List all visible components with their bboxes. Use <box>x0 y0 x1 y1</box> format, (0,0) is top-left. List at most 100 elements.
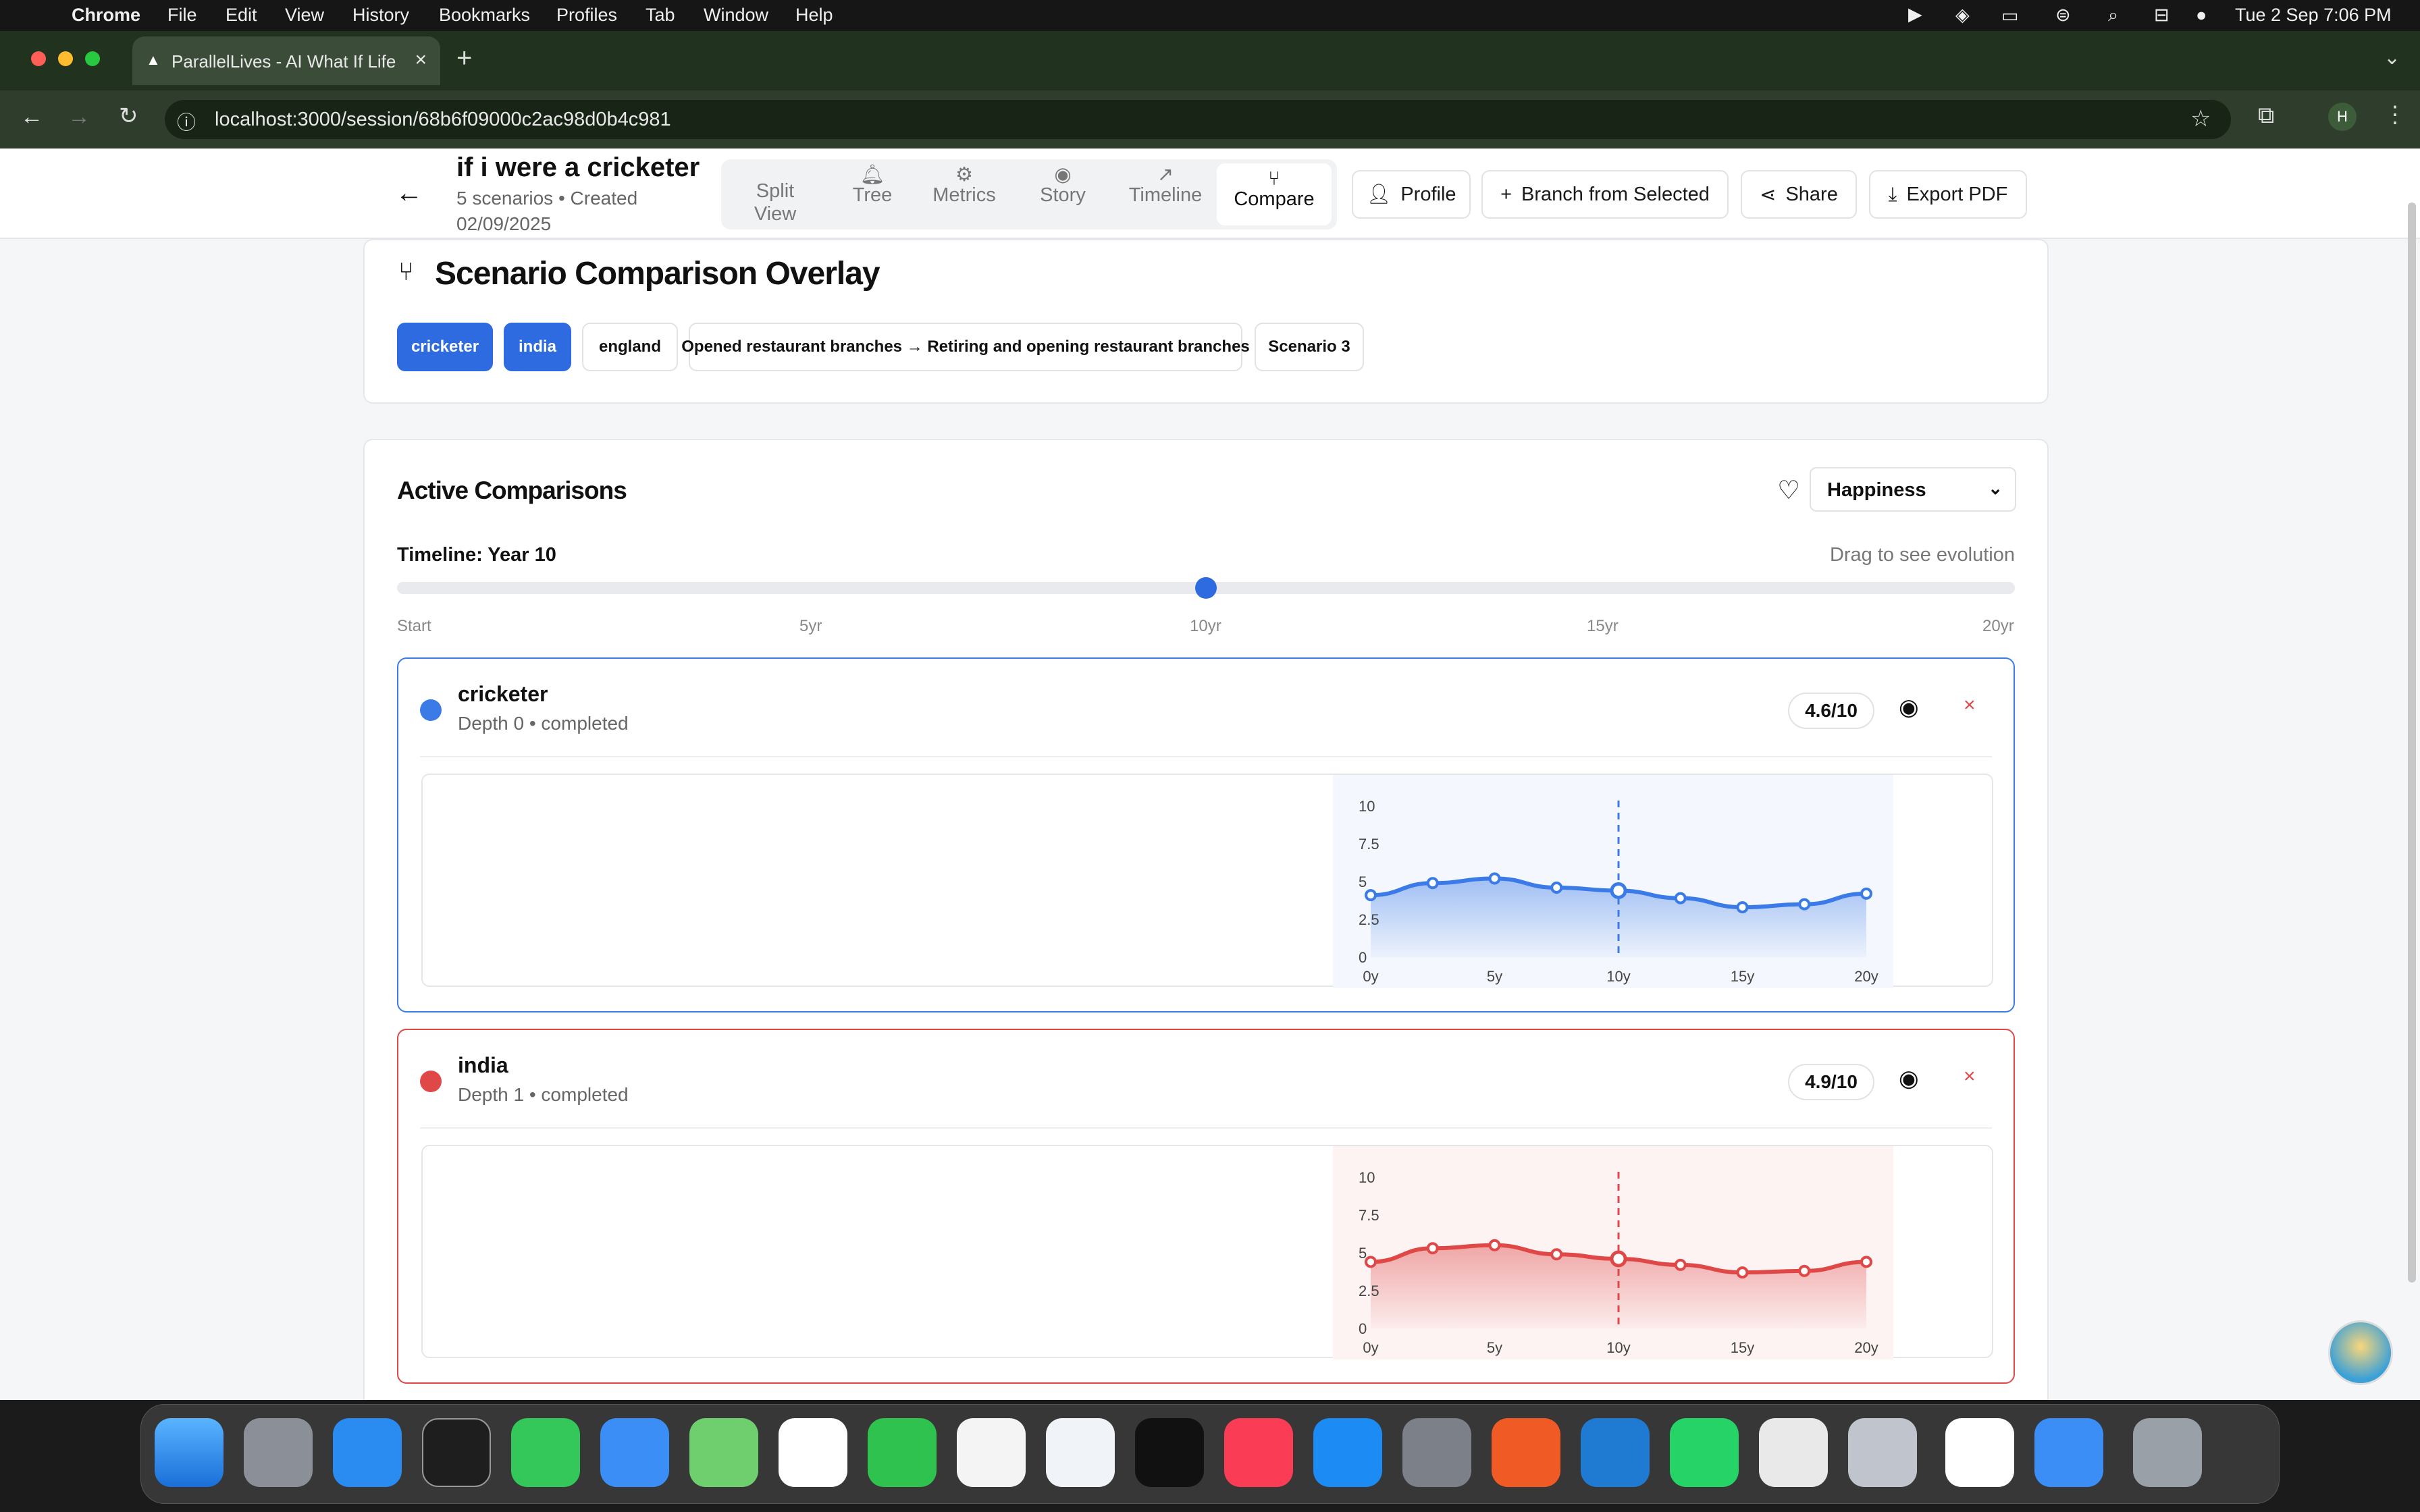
export-button-label: Export PDF <box>1906 183 2008 205</box>
menu-file[interactable]: File <box>167 5 197 26</box>
export-pdf-button[interactable]: ⤓ Export PDF <box>1869 170 2027 219</box>
tab-compare[interactable]: ⑂ Compare <box>1217 163 1332 225</box>
back-arrow-icon[interactable]: ← <box>396 178 423 209</box>
trash-icon[interactable] <box>2133 1418 2202 1487</box>
back-icon[interactable]: ← <box>20 104 43 130</box>
bookmark-star-icon[interactable]: ☆ <box>2190 105 2211 132</box>
browser-tab[interactable]: ▲ ParallelLives - AI What If Life × <box>132 36 440 85</box>
calendar-icon[interactable] <box>779 1418 847 1487</box>
minimize-window-button[interactable] <box>58 51 73 66</box>
browser-tab-strip: ▲ ParallelLives - AI What If Life × + ⌄ <box>0 31 2420 90</box>
menu-view[interactable]: View <box>285 5 324 26</box>
control-center-icon[interactable]: ⊟ <box>2154 5 2169 26</box>
menu-app-name[interactable]: Chrome <box>72 5 140 26</box>
finder-icon[interactable] <box>155 1418 223 1487</box>
menu-profiles[interactable]: Profiles <box>556 5 617 26</box>
address-bar[interactable]: ⓘ localhost:3000/session/68b6f09000c2ac9… <box>165 100 2231 139</box>
reload-icon[interactable]: ↻ <box>119 103 138 130</box>
branch-from-selected-button[interactable]: + Branch from Selected <box>1481 170 1729 219</box>
forward-icon[interactable]: → <box>68 104 90 130</box>
remove-icon[interactable]: × <box>1964 694 1976 717</box>
tab-tree[interactable]: 🔔︎ Tree <box>837 159 908 230</box>
timeline-slider-thumb[interactable] <box>1195 577 1217 599</box>
eye-icon[interactable]: ◉ <box>1899 1065 1919 1092</box>
tick-15yr: 15yr <box>1587 617 1619 635</box>
brave-icon[interactable] <box>1492 1418 1560 1487</box>
terminal-icon[interactable] <box>422 1418 491 1487</box>
chrome-menu-icon[interactable]: ⋮ <box>2384 101 2406 128</box>
scenario-chip-scenario-3[interactable]: Scenario 3 <box>1255 323 1364 371</box>
metric-select[interactable]: Happiness ⌄ <box>1810 467 2016 512</box>
tab-timeline[interactable]: ↗ Timeline <box>1118 159 1213 230</box>
x-tick-label: 5y <box>1487 1339 1502 1356</box>
apple-tv-icon[interactable] <box>1135 1418 1204 1487</box>
site-info-icon[interactable]: ⓘ <box>177 108 196 135</box>
data-point <box>1736 901 1749 914</box>
new-tab-button[interactable]: + <box>456 43 472 74</box>
messages-icon[interactable] <box>511 1418 580 1487</box>
link-icon[interactable]: ⊜ <box>2055 5 2071 26</box>
menu-help[interactable]: Help <box>795 5 833 26</box>
notion-icon[interactable] <box>1945 1418 2014 1487</box>
remove-icon[interactable]: × <box>1964 1065 1976 1088</box>
x-tick-label: 0y <box>1363 1339 1378 1356</box>
profile-button-label: Profile <box>1400 183 1456 205</box>
profile-button[interactable]: 👤︎ Profile <box>1352 170 1471 219</box>
app-store-icon[interactable] <box>1313 1418 1382 1487</box>
tab-split-view-label: Split View <box>754 180 797 225</box>
maps-icon[interactable] <box>689 1418 758 1487</box>
menu-edit[interactable]: Edit <box>226 5 257 26</box>
scenario-chip-restaurant[interactable]: Opened restaurant branches → Retiring an… <box>681 323 1250 371</box>
page-title: if i were a cricketer <box>456 153 700 182</box>
weather-icon[interactable] <box>2034 1418 2103 1487</box>
scenario-chip-cricketer[interactable]: cricketer <box>397 323 493 371</box>
tab-metrics-label: Metrics <box>932 184 996 206</box>
menu-bookmarks[interactable]: Bookmarks <box>439 5 530 26</box>
tab-metrics[interactable]: ⚙ Metrics <box>918 159 1010 230</box>
share-icon: ⋖ <box>1760 184 1777 206</box>
menu-history[interactable]: History <box>352 5 409 26</box>
reminders-icon[interactable] <box>957 1418 1026 1487</box>
timeline-slider[interactable] <box>397 577 2015 599</box>
menubar-clock[interactable]: Tue 2 Sep 7:06 PM <box>2235 5 2392 26</box>
share-button[interactable]: ⋖ Share <box>1741 170 1857 219</box>
assistant-bubble-icon[interactable] <box>2328 1320 2393 1385</box>
vscode-icon[interactable] <box>1581 1418 1650 1487</box>
profile-avatar[interactable]: H <box>2328 103 2357 131</box>
y-tick-label: 0 <box>1359 949 1367 966</box>
x-tick-label: 10y <box>1606 968 1630 985</box>
search-icon[interactable]: ⌕ <box>2108 5 2118 26</box>
scenario-chip-india[interactable]: india <box>504 323 571 371</box>
scenario-color-dot <box>420 1071 442 1092</box>
menu-window[interactable]: Window <box>704 5 768 26</box>
close-tab-icon[interactable]: × <box>415 49 427 72</box>
chrome-icon[interactable] <box>1759 1418 1828 1487</box>
close-window-button[interactable] <box>31 51 46 66</box>
freeform-icon[interactable] <box>1046 1418 1115 1487</box>
page-scrollbar[interactable] <box>2408 202 2416 1282</box>
scenario-card-india[interactable]: india Depth 1 • completed 4.9/10 ◉ × 10 7… <box>397 1029 2015 1384</box>
mail-icon[interactable] <box>600 1418 669 1487</box>
tab-story[interactable]: ◉ Story <box>1024 159 1102 230</box>
system-settings-icon[interactable] <box>1402 1418 1471 1487</box>
battery-icon[interactable]: ▭ <box>2001 5 2019 26</box>
music-icon[interactable] <box>1224 1418 1293 1487</box>
menu-tab[interactable]: Tab <box>646 5 675 26</box>
siri-icon[interactable]: ● <box>2196 5 2207 26</box>
scenario-card-cricketer[interactable]: cricketer Depth 0 • completed 4.6/10 ◉ ×… <box>397 657 2015 1013</box>
eye-icon[interactable]: ◉ <box>1899 694 1919 721</box>
layers-icon[interactable]: ◈ <box>1955 5 1970 26</box>
x-tick-label: 20y <box>1854 968 1878 985</box>
tab-search-icon[interactable]: ⌄ <box>2384 46 2400 70</box>
safari-icon[interactable] <box>333 1418 402 1487</box>
iphone-mirroring-icon[interactable] <box>1848 1418 1917 1487</box>
branch-icon: ⑂ <box>1268 168 1280 190</box>
facetime-icon[interactable] <box>868 1418 937 1487</box>
scenario-chip-england[interactable]: england <box>582 323 678 371</box>
play-icon[interactable]: ▶ <box>1908 4 1922 25</box>
whatsapp-icon[interactable] <box>1670 1418 1739 1487</box>
extensions-icon[interactable]: ⧉ <box>2258 103 2274 129</box>
web-page: ← if i were a cricketer 5 scenarios • Cr… <box>0 148 2420 1400</box>
launchpad-icon[interactable] <box>244 1418 313 1487</box>
maximize-window-button[interactable] <box>85 51 100 66</box>
